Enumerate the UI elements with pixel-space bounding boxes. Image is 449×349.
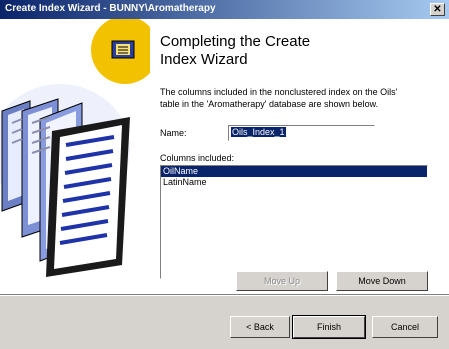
- columns-label: Columns included:: [160, 153, 235, 163]
- window-title: Create Index Wizard - BUNNY\Aromatherapy: [5, 3, 216, 14]
- wizard-content: Completing the Create Index Wizard The c…: [0, 19, 449, 294]
- finish-button[interactable]: Finish: [292, 315, 366, 339]
- divider: [0, 295, 449, 296]
- close-button[interactable]: ✕: [430, 3, 445, 16]
- description-text: The columns included in the nonclustered…: [160, 87, 398, 109]
- index-name-value: Oils_Index_1: [231, 127, 286, 137]
- name-label: Name:: [160, 128, 187, 138]
- list-item[interactable]: LatinName: [161, 177, 427, 188]
- page-title: Completing the Create Index Wizard: [160, 33, 311, 68]
- columns-listbox[interactable]: OilName LatinName: [160, 165, 428, 279]
- title-bar[interactable]: Create Index Wizard - BUNNY\Aromatherapy…: [0, 0, 449, 19]
- index-name-field[interactable]: Oils_Index_1: [228, 125, 375, 141]
- move-up-button[interactable]: Move Up: [236, 271, 328, 291]
- index-book-icon: [111, 40, 135, 59]
- document-pages-illustration: [0, 19, 150, 277]
- move-down-button[interactable]: Move Down: [336, 271, 428, 291]
- close-icon: ✕: [433, 4, 442, 15]
- cancel-button[interactable]: Cancel: [372, 316, 438, 338]
- list-item[interactable]: OilName: [161, 166, 427, 177]
- back-button[interactable]: < Back: [230, 316, 290, 338]
